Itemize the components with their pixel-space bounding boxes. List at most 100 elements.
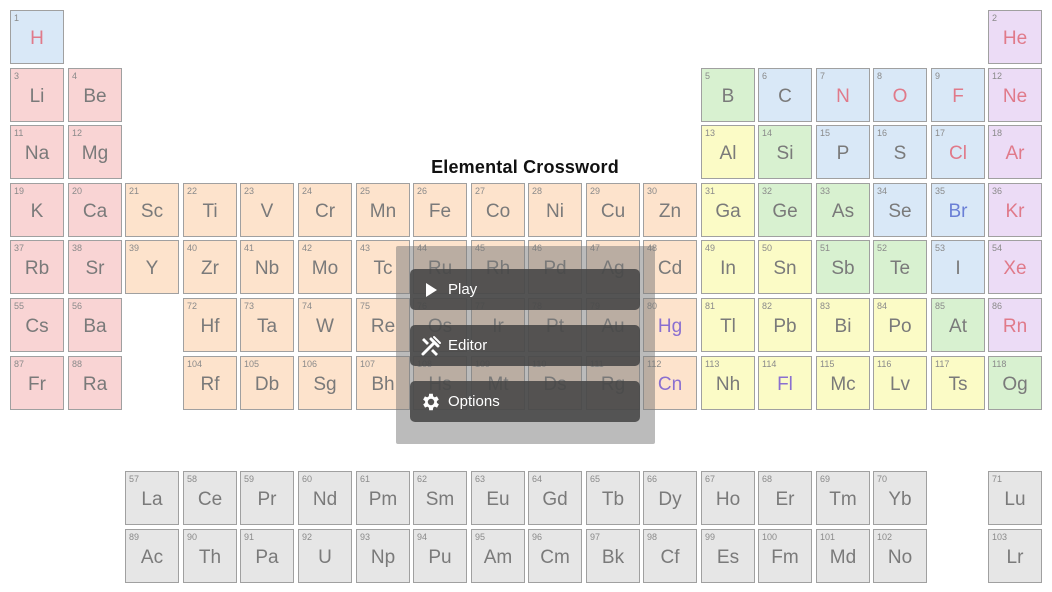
element-tile-pb[interactable]: 82 Pb <box>758 298 812 352</box>
element-tile-mo[interactable]: 42 Mo <box>298 240 352 294</box>
element-tile-te[interactable]: 52 Te <box>873 240 927 294</box>
element-tile-pr[interactable]: 59 Pr <box>240 471 294 525</box>
element-tile-be[interactable]: 4 Be <box>68 68 122 122</box>
element-tile-zr[interactable]: 40 Zr <box>183 240 237 294</box>
element-tile-ar[interactable]: 18 Ar <box>988 125 1042 179</box>
element-tile-fl[interactable]: 114 Fl <box>758 356 812 410</box>
element-tile-tb[interactable]: 65 Tb <box>586 471 640 525</box>
element-tile-se[interactable]: 34 Se <box>873 183 927 237</box>
element-tile-fr[interactable]: 87 Fr <box>10 356 64 410</box>
element-tile-as[interactable]: 33 As <box>816 183 870 237</box>
element-tile-lu[interactable]: 71 Lu <box>988 471 1042 525</box>
element-tile-y[interactable]: 39 Y <box>125 240 179 294</box>
element-tile-cs[interactable]: 55 Cs <box>10 298 64 352</box>
element-tile-br[interactable]: 35 Br <box>931 183 985 237</box>
element-tile-og[interactable]: 118 Og <box>988 356 1042 410</box>
element-tile-sn[interactable]: 50 Sn <box>758 240 812 294</box>
element-tile-es[interactable]: 99 Es <box>701 529 755 583</box>
element-tile-pu[interactable]: 94 Pu <box>413 529 467 583</box>
element-tile-ts[interactable]: 117 Ts <box>931 356 985 410</box>
element-tile-cm[interactable]: 96 Cm <box>528 529 582 583</box>
options-button[interactable]: Options <box>410 381 640 422</box>
element-tile-sm[interactable]: 62 Sm <box>413 471 467 525</box>
element-tile-np[interactable]: 93 Np <box>356 529 410 583</box>
element-tile-no[interactable]: 102 No <box>873 529 927 583</box>
element-tile-er[interactable]: 68 Er <box>758 471 812 525</box>
editor-button[interactable]: Editor <box>410 325 640 366</box>
element-tile-n[interactable]: 7N <box>816 68 870 122</box>
element-tile-zn[interactable]: 30 Zn <box>643 183 697 237</box>
element-tile-sc[interactable]: 21 Sc <box>125 183 179 237</box>
element-tile-bk[interactable]: 97 Bk <box>586 529 640 583</box>
element-tile-p[interactable]: 15 P <box>816 125 870 179</box>
element-tile-sb[interactable]: 51 Sb <box>816 240 870 294</box>
element-tile-lr[interactable]: 103 Lr <box>988 529 1042 583</box>
element-tile-hf[interactable]: 72 Hf <box>183 298 237 352</box>
element-tile-i[interactable]: 53 I <box>931 240 985 294</box>
element-tile-xe[interactable]: 54 Xe <box>988 240 1042 294</box>
element-tile-c[interactable]: 6C <box>758 68 812 122</box>
element-tile-mc[interactable]: 115 Mc <box>816 356 870 410</box>
element-tile-yb[interactable]: 70 Yb <box>873 471 927 525</box>
element-tile-in[interactable]: 49 In <box>701 240 755 294</box>
element-tile-kr[interactable]: 36 Kr <box>988 183 1042 237</box>
element-tile-ce[interactable]: 58 Ce <box>183 471 237 525</box>
element-tile-mn[interactable]: 25 Mn <box>356 183 410 237</box>
element-tile-h[interactable]: 1H <box>10 10 64 64</box>
element-tile-ti[interactable]: 22 Ti <box>183 183 237 237</box>
element-tile-co[interactable]: 27 Co <box>471 183 525 237</box>
element-tile-w[interactable]: 74 W <box>298 298 352 352</box>
element-tile-si[interactable]: 14 Si <box>758 125 812 179</box>
element-tile-li[interactable]: 3 Li <box>10 68 64 122</box>
element-tile-am[interactable]: 95 Am <box>471 529 525 583</box>
element-tile-ca[interactable]: 20 Ca <box>68 183 122 237</box>
element-tile-o[interactable]: 8O <box>873 68 927 122</box>
element-tile-s[interactable]: 16 S <box>873 125 927 179</box>
element-tile-eu[interactable]: 63 Eu <box>471 471 525 525</box>
element-tile-po[interactable]: 84 Po <box>873 298 927 352</box>
element-tile-k[interactable]: 19 K <box>10 183 64 237</box>
element-tile-dy[interactable]: 66 Dy <box>643 471 697 525</box>
element-tile-th[interactable]: 90 Th <box>183 529 237 583</box>
element-tile-mg[interactable]: 12 Mg <box>68 125 122 179</box>
element-tile-ni[interactable]: 28 Ni <box>528 183 582 237</box>
element-tile-ho[interactable]: 67 Ho <box>701 471 755 525</box>
element-tile-rn[interactable]: 86 Rn <box>988 298 1042 352</box>
element-tile-rf[interactable]: 104 Rf <box>183 356 237 410</box>
element-tile-bi[interactable]: 83 Bi <box>816 298 870 352</box>
element-tile-fe[interactable]: 26 Fe <box>413 183 467 237</box>
element-tile-rb[interactable]: 37 Rb <box>10 240 64 294</box>
element-tile-lv[interactable]: 116 Lv <box>873 356 927 410</box>
element-tile-ga[interactable]: 31 Ga <box>701 183 755 237</box>
element-tile-at[interactable]: 85 At <box>931 298 985 352</box>
element-tile-ta[interactable]: 73 Ta <box>240 298 294 352</box>
element-tile-ne[interactable]: 12 Ne <box>988 68 1042 122</box>
element-tile-he[interactable]: 2 He <box>988 10 1042 64</box>
element-tile-nb[interactable]: 41 Nb <box>240 240 294 294</box>
element-tile-ra[interactable]: 88 Ra <box>68 356 122 410</box>
element-tile-gd[interactable]: 64 Gd <box>528 471 582 525</box>
element-tile-cf[interactable]: 98 Cf <box>643 529 697 583</box>
element-tile-v[interactable]: 23 V <box>240 183 294 237</box>
element-tile-cr[interactable]: 24 Cr <box>298 183 352 237</box>
element-tile-ge[interactable]: 32 Ge <box>758 183 812 237</box>
element-tile-al[interactable]: 13 Al <box>701 125 755 179</box>
element-tile-md[interactable]: 101 Md <box>816 529 870 583</box>
element-tile-u[interactable]: 92 U <box>298 529 352 583</box>
element-tile-cu[interactable]: 29 Cu <box>586 183 640 237</box>
element-tile-nd[interactable]: 60 Nd <box>298 471 352 525</box>
element-tile-f[interactable]: 9F <box>931 68 985 122</box>
play-button[interactable]: Play <box>410 269 640 310</box>
element-tile-tl[interactable]: 81 Tl <box>701 298 755 352</box>
element-tile-sr[interactable]: 38 Sr <box>68 240 122 294</box>
element-tile-fm[interactable]: 100 Fm <box>758 529 812 583</box>
element-tile-ac[interactable]: 89 Ac <box>125 529 179 583</box>
element-tile-la[interactable]: 57 La <box>125 471 179 525</box>
element-tile-tm[interactable]: 69 Tm <box>816 471 870 525</box>
element-tile-pa[interactable]: 91 Pa <box>240 529 294 583</box>
element-tile-ba[interactable]: 56 Ba <box>68 298 122 352</box>
element-tile-nh[interactable]: 113 Nh <box>701 356 755 410</box>
element-tile-cl[interactable]: 17 Cl <box>931 125 985 179</box>
element-tile-db[interactable]: 105 Db <box>240 356 294 410</box>
element-tile-sg[interactable]: 106 Sg <box>298 356 352 410</box>
